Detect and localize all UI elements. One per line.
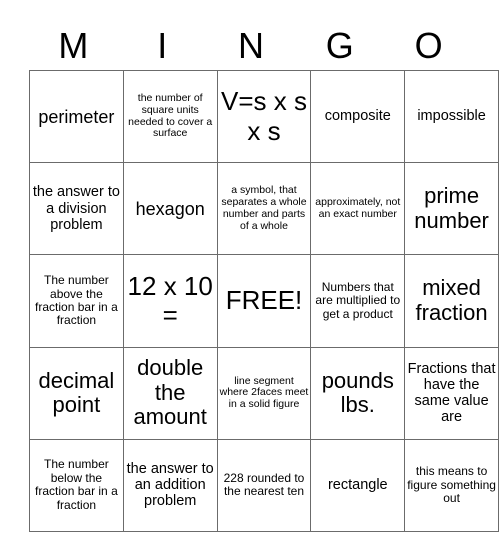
- bingo-cell[interactable]: The number below the fraction bar in a f…: [29, 438, 124, 532]
- bingo-cell[interactable]: The number above the fraction bar in a f…: [29, 254, 124, 348]
- bingo-cell[interactable]: the answer to an addition problem: [122, 438, 218, 532]
- bingo-cell[interactable]: the number of square units needed to cov…: [122, 69, 218, 164]
- bingo-cell[interactable]: approximately, not an exact number: [310, 162, 406, 256]
- bingo-cell[interactable]: line segment where 2faces meet in a soli…: [216, 346, 312, 440]
- bingo-row: decimal point double the amount line seg…: [29, 346, 499, 440]
- bingo-cell[interactable]: decimal point: [29, 346, 124, 440]
- bingo-row: The number above the fraction bar in a f…: [29, 254, 499, 348]
- bingo-row: the answer to a division problem hexagon…: [29, 162, 499, 256]
- bingo-cell[interactable]: Fractions that have the same value are: [404, 346, 499, 440]
- bingo-cell[interactable]: rectangle: [310, 438, 406, 532]
- bingo-cell[interactable]: 12 x 10 =: [122, 254, 218, 348]
- bingo-cell[interactable]: double the amount: [122, 346, 218, 440]
- bingo-cell[interactable]: the answer to a division problem: [29, 162, 124, 256]
- bingo-cell[interactable]: 228 rounded to the nearest ten: [216, 438, 312, 532]
- bingo-row: The number below the fraction bar in a f…: [29, 438, 499, 532]
- bingo-cell[interactable]: Numbers that are multiplied to get a pro…: [310, 254, 406, 348]
- bingo-cell[interactable]: hexagon: [122, 162, 218, 256]
- header-letter-2: I: [157, 25, 168, 66]
- bingo-header-letters: M I N G O: [29, 22, 473, 70]
- bingo-cell[interactable]: pounds lbs.: [310, 346, 406, 440]
- header-letter-5: O: [414, 25, 443, 66]
- header-letter-4: G: [325, 25, 354, 66]
- bingo-cell[interactable]: prime number: [404, 162, 499, 256]
- bingo-cell[interactable]: a symbol, that separates a whole number …: [216, 162, 312, 256]
- bingo-cell[interactable]: V=s x s x s: [216, 69, 312, 164]
- bingo-cell[interactable]: this means to figure something out: [404, 438, 499, 532]
- bingo-board: M I N G O perimeter the number of square…: [0, 0, 500, 544]
- bingo-cell[interactable]: mixed fraction: [404, 254, 499, 348]
- header-letter-3: N: [237, 25, 264, 66]
- bingo-cell-free[interactable]: FREE!: [216, 254, 312, 348]
- header-letter-1: M: [58, 25, 89, 66]
- bingo-cell[interactable]: composite: [310, 69, 406, 164]
- bingo-cell[interactable]: impossible: [404, 69, 499, 164]
- bingo-row: perimeter the number of square units nee…: [29, 69, 499, 164]
- bingo-cell[interactable]: perimeter: [29, 69, 124, 164]
- bingo-grid: perimeter the number of square units nee…: [29, 69, 499, 532]
